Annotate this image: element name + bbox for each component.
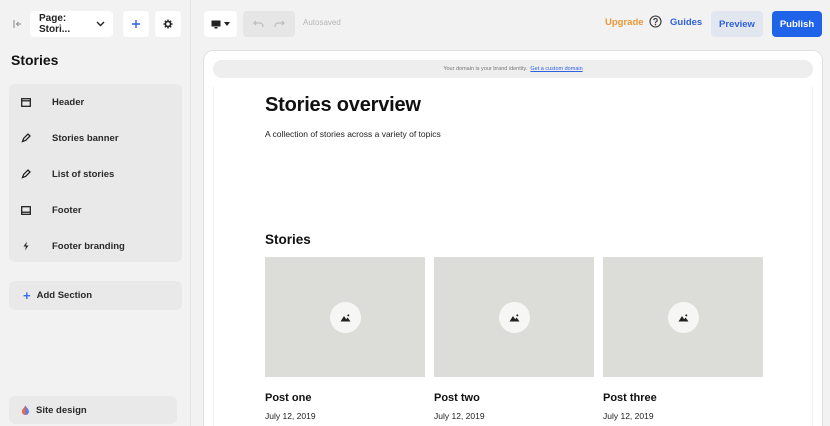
section-item-list-of-stories[interactable]: List of stories — [9, 156, 182, 192]
guides-link[interactable]: Guides — [670, 17, 702, 28]
page-selector[interactable]: Page: Stori... — [30, 11, 113, 37]
editor-canvas: Your domain is your brand identity. Get … — [203, 50, 823, 426]
story-image-placeholder[interactable] — [603, 257, 763, 377]
desktop-icon — [211, 20, 221, 28]
site-design-button[interactable]: Site design — [9, 396, 177, 424]
pencil-icon — [19, 131, 33, 145]
redo-icon[interactable] — [274, 20, 285, 28]
section-item-label: Header — [52, 96, 85, 108]
caret-down-icon — [224, 22, 230, 26]
section-item-footer[interactable]: Footer — [9, 192, 182, 228]
image-icon-badge — [668, 302, 699, 333]
section-item-label: Stories banner — [52, 132, 119, 144]
upgrade-link[interactable]: Upgrade — [605, 17, 644, 28]
mountain-image-icon — [509, 313, 520, 321]
custom-domain-link[interactable]: Get a custom domain — [530, 66, 582, 72]
gear-icon — [163, 19, 173, 29]
help-icon[interactable] — [649, 15, 662, 28]
mountain-image-icon — [678, 313, 689, 321]
page-settings-button[interactable] — [155, 11, 181, 37]
site-design-label: Site design — [36, 404, 87, 416]
story-card[interactable]: Post one July 12, 2019 — [265, 257, 425, 421]
story-title[interactable]: Post two — [434, 392, 480, 404]
window-icon — [19, 203, 33, 217]
add-section-button[interactable]: + Add Section — [9, 281, 182, 310]
story-date: July 12, 2019 — [434, 411, 485, 421]
section-item-header[interactable]: Header — [9, 84, 182, 120]
lightning-icon — [19, 239, 33, 253]
hero-title[interactable]: Stories overview — [265, 94, 421, 117]
section-list: Header Stories banner List of stories Fo… — [9, 84, 182, 262]
section-item-label: Footer — [52, 204, 82, 216]
section-item-label: List of stories — [52, 168, 115, 180]
device-preview-selector[interactable] — [204, 11, 237, 37]
add-page-button[interactable] — [123, 11, 149, 37]
publish-button[interactable]: Publish — [772, 11, 822, 37]
section-item-stories-banner[interactable]: Stories banner — [9, 120, 182, 156]
image-icon-badge — [499, 302, 530, 333]
add-section-label: Add Section — [36, 290, 93, 301]
page-preview: Stories overview A collection of stories… — [213, 87, 813, 426]
preview-button[interactable]: Preview — [711, 11, 763, 37]
stories-heading[interactable]: Stories — [265, 232, 311, 247]
sidebar-top-bar: Page: Stori... — [8, 11, 181, 37]
undo-icon[interactable] — [253, 20, 264, 28]
story-image-placeholder[interactable] — [434, 257, 594, 377]
domain-notice-text: Your domain is your brand identity. — [443, 66, 528, 72]
story-image-placeholder[interactable] — [265, 257, 425, 377]
page-selector-label: Page: Stori... — [39, 13, 71, 35]
story-title[interactable]: Post three — [603, 392, 657, 404]
plus-icon — [132, 20, 140, 28]
undo-redo-group — [243, 11, 295, 37]
story-title[interactable]: Post one — [265, 392, 311, 404]
hero-subtitle[interactable]: A collection of stories across a variety… — [265, 129, 441, 139]
story-card[interactable]: Post two July 12, 2019 — [434, 257, 594, 421]
palette-drop-icon — [22, 405, 29, 415]
autosave-status: Autosaved — [303, 18, 341, 27]
collapse-sidebar-icon[interactable] — [8, 11, 26, 37]
image-icon-badge — [330, 302, 361, 333]
section-item-label: Footer branding — [52, 240, 125, 252]
chevron-down-icon — [96, 19, 105, 29]
story-date: July 12, 2019 — [265, 411, 316, 421]
story-date: July 12, 2019 — [603, 411, 654, 421]
plus-icon: + — [23, 288, 31, 303]
sidebar: Page: Stori... Stories Header Stories ba… — [0, 0, 191, 426]
pencil-icon — [19, 167, 33, 181]
story-card[interactable]: Post three July 12, 2019 — [603, 257, 763, 421]
section-item-footer-branding[interactable]: Footer branding — [9, 228, 182, 264]
domain-notice-bar: Your domain is your brand identity. Get … — [213, 60, 813, 78]
mountain-image-icon — [340, 313, 351, 321]
window-icon — [19, 95, 33, 109]
sidebar-title: Stories — [11, 52, 59, 68]
